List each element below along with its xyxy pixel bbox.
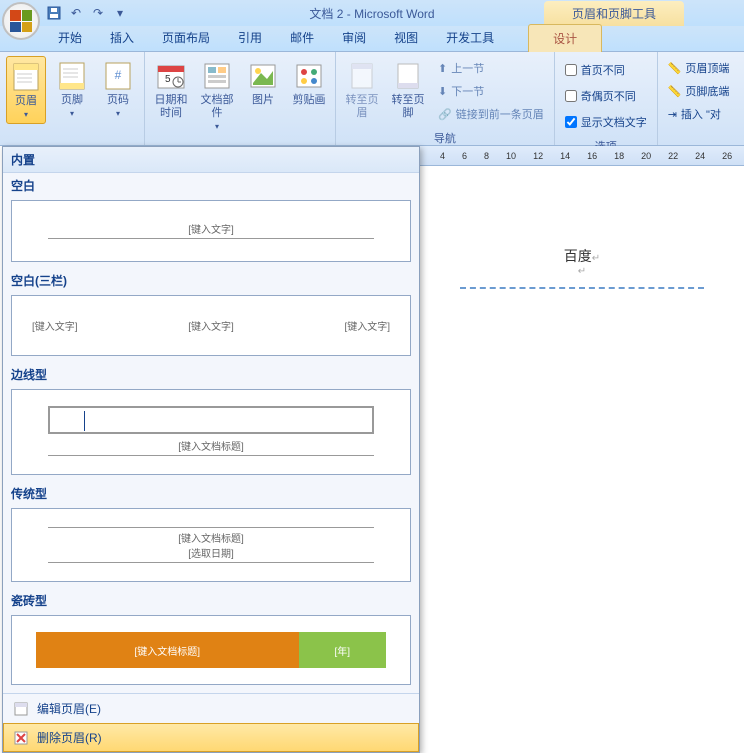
document-header[interactable]: 百度↵ ↵ [460, 246, 704, 277]
pagenum-icon: # [102, 60, 134, 92]
paragraph-mark-icon: ↵ [592, 253, 600, 264]
tab-developer[interactable]: 开发工具 [432, 24, 508, 51]
window-title: 文档 2 - Microsoft Word [309, 5, 434, 22]
context-group-label: 页眉和页脚工具 [544, 1, 684, 26]
preview-blank3: [键入文字][键入文字][键入文字] [11, 295, 411, 356]
page[interactable]: 百度↵ ↵ [420, 166, 744, 369]
header-top-button[interactable]: 📏页眉顶端 [664, 58, 734, 78]
header-text: 百度 [564, 248, 592, 264]
save-icon[interactable] [46, 5, 62, 21]
header-button[interactable]: 页眉 ▾ [6, 56, 46, 124]
header-label: 页眉 [15, 95, 37, 108]
clipart-button[interactable]: 剪贴画 [289, 56, 329, 111]
datetime-button[interactable]: 5 日期和 时间 [151, 56, 191, 124]
group-position: 📏页眉顶端 📏页脚底端 ⇥插入 "对 [658, 52, 740, 145]
redo-icon[interactable]: ↷ [90, 5, 106, 21]
document-area: 468101214161820222426 百度↵ ↵ [420, 146, 744, 737]
goto-footer-label: 转至页脚 [390, 94, 426, 120]
goto-header-button[interactable]: 转至页眉 [342, 56, 382, 124]
tab-design[interactable]: 设计 [528, 24, 602, 52]
ribbon-tabs: 开始 插入 页面布局 引用 邮件 审阅 视图 开发工具 设计 [0, 26, 744, 52]
chevron-down-icon: ▾ [70, 109, 74, 118]
gallery-item-blank[interactable]: 空白 [键入文字] [11, 177, 411, 262]
link-previous-button[interactable]: 🔗链接到前一条页眉 [434, 104, 548, 124]
preview-blank: [键入文字] [11, 200, 411, 262]
preview-tiles: [键入文档标题][年] [11, 615, 411, 685]
group-navigation: 转至页眉 转至页脚 ⬆上一节 ⬇下一节 🔗链接到前一条页眉 导航 [336, 52, 555, 145]
diff-first-checkbox[interactable]: 首页不同 [561, 60, 651, 80]
pagenum-button[interactable]: # 页码 ▾ [98, 56, 138, 122]
ruler-icon: 📏 [668, 62, 682, 75]
ribbon: 页眉 ▾ 页脚 ▾ # 页码 ▾ 5 日期和 时间 文档部件 [0, 52, 744, 146]
gallery-item-traditional[interactable]: 传统型 [键入文档标题] [选取日期] [11, 485, 411, 582]
contextual-tab-group: 页眉和页脚工具 [544, 0, 684, 26]
show-doc-checkbox[interactable]: 显示文档文字 [561, 112, 651, 132]
picture-button[interactable]: 图片 [243, 56, 283, 111]
footer-bottom-button[interactable]: 📏页脚底端 [664, 81, 734, 101]
goto-header-icon [346, 60, 378, 92]
tab-layout[interactable]: 页面布局 [148, 24, 224, 51]
goto-footer-icon [392, 60, 424, 92]
next-section-button[interactable]: ⬇下一节 [434, 81, 548, 101]
quickparts-label: 文档部件 [199, 94, 235, 120]
svg-text:5: 5 [165, 74, 171, 85]
remove-header-menuitem[interactable]: 删除页眉(R) [3, 723, 419, 752]
preview-traditional: [键入文档标题] [选取日期] [11, 508, 411, 582]
goto-header-label: 转至页眉 [344, 94, 380, 120]
diff-oddeven-checkbox[interactable]: 奇偶页不同 [561, 86, 651, 106]
gallery-footer: 编辑页眉(E) 删除页眉(R) [3, 693, 419, 752]
tab-review[interactable]: 审阅 [328, 24, 380, 51]
prev-section-button[interactable]: ⬆上一节 [434, 58, 548, 78]
quickparts-icon [201, 60, 233, 92]
footer-label: 页脚 [61, 94, 83, 107]
gallery-section-header: 内置 [3, 147, 419, 173]
horizontal-ruler[interactable]: 468101214161820222426 [420, 146, 744, 166]
header-boundary [460, 287, 704, 289]
remove-icon [13, 730, 29, 746]
link-icon: 🔗 [438, 108, 452, 121]
calendar-icon: 5 [155, 60, 187, 92]
group-options: 首页不同 奇偶页不同 显示文档文字 选项 [555, 52, 658, 145]
tab-icon: ⇥ [668, 108, 677, 121]
ruler-icon: 📏 [668, 85, 682, 98]
clipart-icon [293, 60, 325, 92]
goto-footer-button[interactable]: 转至页脚 [388, 56, 428, 124]
chevron-down-icon: ▾ [215, 122, 219, 131]
insert-align-button[interactable]: ⇥插入 "对 [664, 104, 734, 124]
clipart-label: 剪贴画 [293, 94, 326, 107]
edit-icon [13, 701, 29, 717]
down-arrow-icon: ⬇ [438, 85, 447, 98]
gallery-item-blank3[interactable]: 空白(三栏) [键入文字][键入文字][键入文字] [11, 272, 411, 356]
footer-button[interactable]: 页脚 ▾ [52, 56, 92, 122]
group-header-footer: 页眉 ▾ 页脚 ▾ # 页码 ▾ [0, 52, 145, 145]
pagenum-label: 页码 [107, 94, 129, 107]
paragraph-mark-icon: ↵ [460, 266, 704, 277]
header-icon [10, 61, 42, 93]
up-arrow-icon: ⬆ [438, 62, 447, 75]
tab-home[interactable]: 开始 [44, 24, 96, 51]
chevron-down-icon: ▾ [116, 109, 120, 118]
tab-insert[interactable]: 插入 [96, 24, 148, 51]
chevron-down-icon: ▾ [24, 110, 28, 119]
title-bar: ↶ ↷ ▾ 文档 2 - Microsoft Word 页眉和页脚工具 [0, 0, 744, 26]
svg-text:#: # [115, 68, 122, 82]
quick-access-toolbar: ↶ ↷ ▾ [46, 5, 128, 21]
header-gallery-dropdown: 内置 空白 [键入文字] 空白(三栏) [键入文字][键入文字][键入文字] 边… [2, 146, 420, 753]
tab-mailings[interactable]: 邮件 [276, 24, 328, 51]
footer-icon [56, 60, 88, 92]
office-button[interactable] [2, 2, 40, 40]
gallery-item-tiles[interactable]: 瓷砖型 [键入文档标题][年] [11, 592, 411, 685]
tab-view[interactable]: 视图 [380, 24, 432, 51]
gallery-item-sideline[interactable]: 边线型 [键入文档标题] [11, 366, 411, 475]
datetime-label: 日期和 时间 [155, 94, 188, 120]
picture-label: 图片 [252, 94, 274, 107]
undo-icon[interactable]: ↶ [68, 5, 84, 21]
quickparts-button[interactable]: 文档部件 ▾ [197, 56, 237, 135]
edit-header-menuitem[interactable]: 编辑页眉(E) [3, 694, 419, 723]
picture-icon [247, 60, 279, 92]
tab-references[interactable]: 引用 [224, 24, 276, 51]
qat-dropdown-icon[interactable]: ▾ [112, 5, 128, 21]
preview-sideline: [键入文档标题] [11, 389, 411, 475]
group-insert: 5 日期和 时间 文档部件 ▾ 图片 剪贴画 [145, 52, 336, 145]
